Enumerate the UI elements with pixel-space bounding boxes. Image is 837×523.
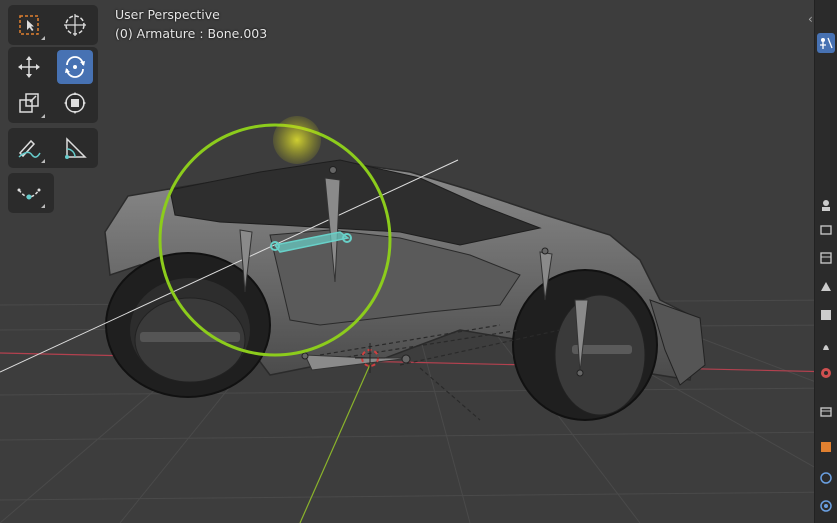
annotate-icon <box>18 139 41 158</box>
collection-icon <box>823 345 829 350</box>
scale-tool[interactable] <box>11 86 47 120</box>
collection-tab[interactable] <box>817 335 835 355</box>
rotate-tool[interactable] <box>57 50 93 84</box>
output-icon <box>820 225 832 235</box>
modifiers-tab[interactable] <box>817 402 835 422</box>
tool-icon <box>820 37 833 49</box>
toolbar-group-select <box>8 5 98 45</box>
select-box-icon <box>19 15 39 35</box>
viewport-canvas[interactable] <box>0 0 837 523</box>
data-icon <box>820 500 832 512</box>
render-icon <box>822 200 830 211</box>
properties-tab-strip <box>814 0 837 523</box>
modifiers-icon <box>820 407 832 417</box>
toolbar-group-roll <box>8 173 54 213</box>
transform-tool[interactable] <box>57 86 93 120</box>
scene-icon <box>821 282 831 291</box>
cursor-tool[interactable] <box>57 8 93 42</box>
constraints-icon <box>820 472 832 484</box>
bone-roll-tool[interactable] <box>11 176 47 210</box>
view-layer-icon <box>820 252 832 264</box>
measure-tool[interactable] <box>57 131 93 165</box>
measure-icon <box>65 137 87 159</box>
transform-icon <box>64 92 86 114</box>
tool-tab[interactable] <box>817 33 835 53</box>
trackball-highlight <box>273 116 321 164</box>
active-object-info: (0) Armature : Bone.003 <box>115 26 268 41</box>
physics-tab[interactable] <box>817 437 835 457</box>
3d-viewport[interactable] <box>0 0 837 523</box>
scale-icon <box>19 93 39 113</box>
scene-tab[interactable] <box>817 276 835 296</box>
y-axis-line <box>299 359 373 523</box>
cursor-icon <box>64 14 86 36</box>
world-icon <box>821 310 831 320</box>
view-layer-tab[interactable] <box>817 248 835 268</box>
object-icon <box>821 368 831 378</box>
move-icon <box>18 56 40 78</box>
view-perspective-label: User Perspective <box>115 7 220 22</box>
select-box-tool[interactable] <box>11 8 47 42</box>
toolbar-group-annotate <box>8 128 98 168</box>
output-tab[interactable] <box>817 220 835 240</box>
annotate-tool[interactable] <box>11 131 47 165</box>
physics-icon <box>821 442 831 452</box>
rotate-icon <box>65 56 85 78</box>
object-tab[interactable] <box>817 363 835 383</box>
rear-wheel <box>512 269 658 421</box>
constraints-tab[interactable] <box>817 468 835 488</box>
world-tab[interactable] <box>817 305 835 325</box>
bone-roll-icon <box>17 188 41 200</box>
toolbar-group-transform <box>8 47 98 123</box>
render-tab[interactable] <box>817 195 835 215</box>
data-tab[interactable] <box>817 496 835 516</box>
move-tool[interactable] <box>11 50 47 84</box>
vehicle-model[interactable] <box>104 159 706 421</box>
sidebar-expand-chevron-icon[interactable]: ‹ <box>808 12 813 26</box>
